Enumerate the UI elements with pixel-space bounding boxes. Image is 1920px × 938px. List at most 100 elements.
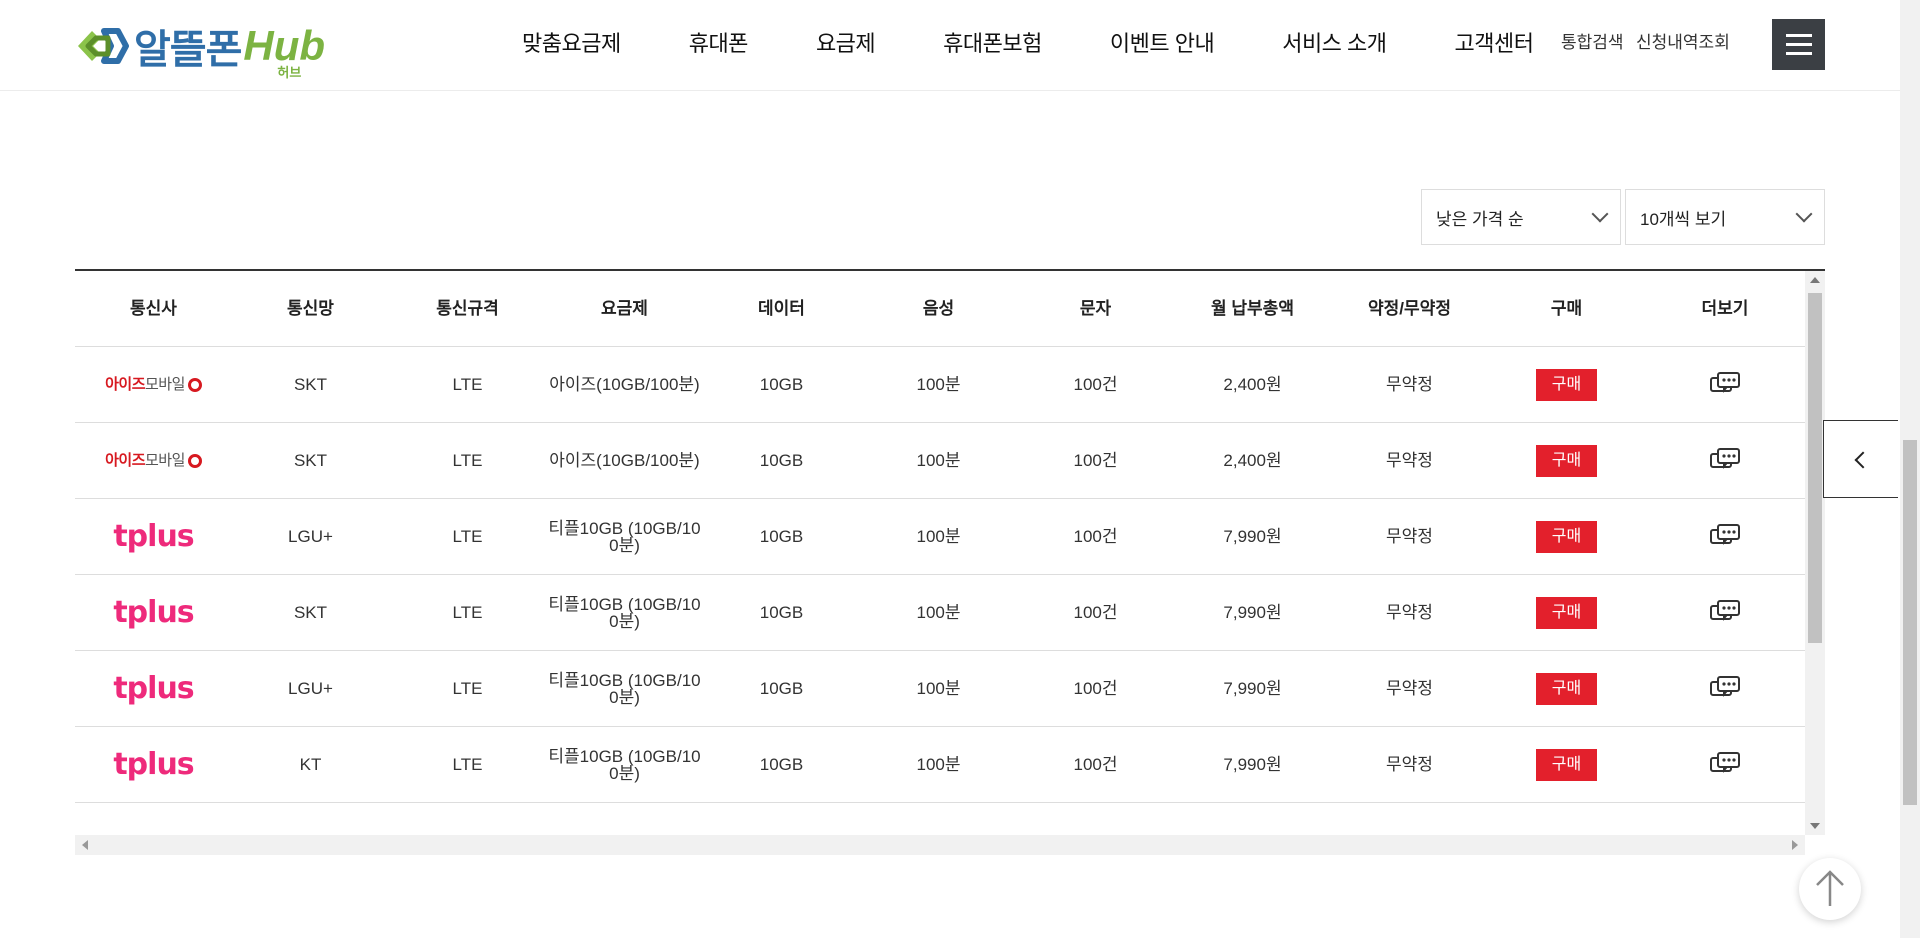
standard-cell: LTE xyxy=(452,527,483,546)
more-cell xyxy=(1645,499,1805,574)
nav-item-plans[interactable]: 요금제 xyxy=(816,26,876,58)
site-header: 알뜰폰 Hub 허브 맞춤요금제 휴대폰 요금제 휴대폰보험 이벤트 안내 서비스… xyxy=(0,0,1900,91)
application-lookup-link[interactable]: 신청내역조회 xyxy=(1636,28,1730,53)
buy-button[interactable]: 구매 xyxy=(1536,672,1597,705)
network-cell: SKT xyxy=(293,375,328,394)
col-header-contract: 약정/무약정 xyxy=(1368,299,1451,318)
nav-item-customer-center[interactable]: 고객센터 xyxy=(1455,26,1534,58)
carrier-logo-tplus: tplus xyxy=(113,519,194,554)
table-row: 아이즈 모바일 SKT LTE 아이즈(10GB/100분) 10GB 100분 … xyxy=(75,347,1805,423)
data-cell: 10GB xyxy=(759,451,804,470)
col-header-data: 데이터 xyxy=(758,299,805,318)
network-cell: LGU+ xyxy=(288,527,333,546)
hamburger-icon-line xyxy=(1785,52,1812,55)
scroll-up-arrow-icon[interactable] xyxy=(1810,277,1820,283)
logo-hub-text: Hub 허브 xyxy=(243,22,325,80)
scroll-to-top-button[interactable] xyxy=(1799,858,1861,920)
scroll-right-arrow-icon[interactable] xyxy=(1792,840,1798,850)
chat-bubbles-icon[interactable] xyxy=(1709,751,1741,779)
site-logo[interactable]: 알뜰폰 Hub 허브 xyxy=(74,18,325,80)
buy-cell: 구매 xyxy=(1488,423,1645,498)
logo-text: 알뜰폰 xyxy=(134,28,242,72)
plan-cell: 티플10GB (10GB/100분) xyxy=(546,651,703,726)
chat-bubbles-icon[interactable] xyxy=(1709,371,1741,399)
buy-button[interactable]: 구매 xyxy=(1536,520,1597,553)
sms-cell: 100건 xyxy=(1073,603,1118,622)
standard-cell: LTE xyxy=(452,603,483,622)
table-vertical-scrollbar[interactable] xyxy=(1805,271,1825,835)
page-scrollbar-thumb[interactable] xyxy=(1903,440,1917,805)
carrier-logo-text: 아이즈 xyxy=(105,452,145,469)
buy-button[interactable]: 구매 xyxy=(1536,596,1597,629)
hamburger-menu-button[interactable] xyxy=(1772,19,1825,70)
plan-name: 티플10GB (10GB/100분) xyxy=(548,746,701,783)
plan-name: 티플10GB (10GB/100분) xyxy=(548,594,701,631)
col-header-monthly-total: 월 납부총액 xyxy=(1211,299,1294,318)
voice-cell: 100분 xyxy=(916,375,961,394)
contract-cell: 무약정 xyxy=(1386,603,1433,622)
page-scrollbar[interactable] xyxy=(1900,0,1920,938)
chevron-down-icon xyxy=(1795,205,1813,223)
carrier-cell: tplus xyxy=(75,727,232,802)
main-nav: 맞춤요금제 휴대폰 요금제 휴대폰보험 이벤트 안내 서비스 소개 고객센터 xyxy=(522,26,1534,58)
more-cell xyxy=(1645,347,1805,422)
scroll-down-arrow-icon[interactable] xyxy=(1810,823,1820,829)
carrier-logo-aiz: 아이즈 모바일 xyxy=(105,376,202,393)
monthly-total-cell: 2,400원 xyxy=(1223,451,1282,470)
network-cell: KT xyxy=(299,755,322,774)
network-cell: SKT xyxy=(293,451,328,470)
per-page-select-value: 10개씩 보기 xyxy=(1640,209,1727,229)
carrier-logo-suffix: 모바일 xyxy=(145,376,185,393)
buy-cell: 구매 xyxy=(1488,347,1645,422)
sms-cell: 100건 xyxy=(1073,527,1118,546)
sms-cell: 100건 xyxy=(1073,451,1118,470)
buy-button[interactable]: 구매 xyxy=(1536,444,1597,477)
col-header-network: 통신망 xyxy=(287,299,334,318)
plan-cell: 티플10GB (10GB/100분) xyxy=(546,575,703,650)
nav-item-custom-plan[interactable]: 맞춤요금제 xyxy=(522,26,621,58)
sms-cell: 100건 xyxy=(1073,755,1118,774)
arrow-up-icon xyxy=(1816,870,1844,906)
nav-item-events[interactable]: 이벤트 안내 xyxy=(1110,26,1215,58)
chat-bubbles-icon[interactable] xyxy=(1709,447,1741,475)
more-cell xyxy=(1645,727,1805,802)
nav-item-phones[interactable]: 휴대폰 xyxy=(689,26,749,58)
buy-cell: 구매 xyxy=(1488,651,1645,726)
sort-select-value: 낮은 가격 순 xyxy=(1436,209,1524,229)
data-cell: 10GB xyxy=(759,603,804,622)
carrier-cell: tplus xyxy=(75,575,232,650)
contract-cell: 무약정 xyxy=(1386,755,1433,774)
data-cell: 10GB xyxy=(759,527,804,546)
col-header-carrier: 통신사 xyxy=(130,299,177,318)
chevron-left-icon xyxy=(1854,451,1872,469)
more-cell xyxy=(1645,423,1805,498)
sort-select[interactable]: 낮은 가격 순 xyxy=(1421,189,1621,245)
more-cell xyxy=(1645,651,1805,726)
carrier-logo-tplus: tplus xyxy=(113,747,194,782)
col-header-standard: 통신규격 xyxy=(436,299,499,318)
monthly-total-cell: 7,990원 xyxy=(1223,603,1282,622)
table-horizontal-scrollbar[interactable] xyxy=(75,835,1805,855)
voice-cell: 100분 xyxy=(916,603,961,622)
chat-bubbles-icon[interactable] xyxy=(1709,675,1741,703)
scrollbar-thumb[interactable] xyxy=(1808,293,1822,643)
nav-item-phone-insurance[interactable]: 휴대폰보험 xyxy=(943,26,1042,58)
standard-cell: LTE xyxy=(452,755,483,774)
integrated-search-link[interactable]: 통합검색 xyxy=(1561,28,1624,53)
scroll-left-arrow-icon[interactable] xyxy=(82,840,88,850)
buy-button[interactable]: 구매 xyxy=(1536,368,1597,401)
plans-table: 통신사 통신망 통신규격 요금제 데이터 음성 문자 월 납부총액 약정/무약정… xyxy=(75,269,1825,855)
nav-item-service-intro[interactable]: 서비스 소개 xyxy=(1282,26,1387,58)
buy-button[interactable]: 구매 xyxy=(1536,748,1597,781)
side-panel-toggle[interactable] xyxy=(1823,420,1898,498)
logo-mark-icon xyxy=(74,23,130,69)
buy-cell: 구매 xyxy=(1488,575,1645,650)
plan-cell: 아이즈(10GB/100분) xyxy=(546,423,703,498)
plan-name: 티플10GB (10GB/100분) xyxy=(548,670,701,707)
chat-bubbles-icon[interactable] xyxy=(1709,599,1741,627)
table-body: 아이즈 모바일 SKT LTE 아이즈(10GB/100분) 10GB 100분 … xyxy=(75,347,1825,803)
ring-icon xyxy=(187,377,202,392)
chat-bubbles-icon[interactable] xyxy=(1709,523,1741,551)
per-page-select[interactable]: 10개씩 보기 xyxy=(1625,189,1825,245)
table-row: tplus KT LTE 티플10GB (10GB/100분) 10GB 100… xyxy=(75,727,1805,803)
